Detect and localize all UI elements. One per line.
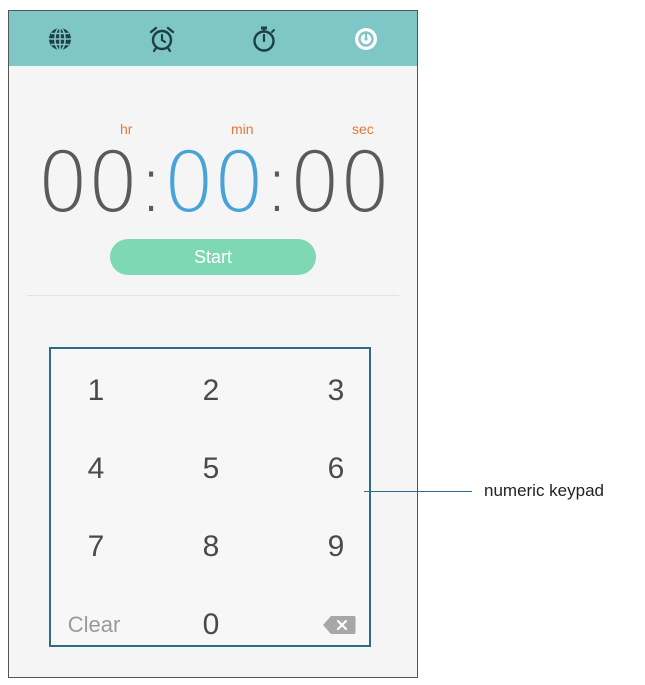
tab-timer[interactable] bbox=[346, 19, 386, 59]
tab-stopwatch[interactable] bbox=[244, 19, 284, 59]
seconds-field[interactable]: 00 bbox=[289, 136, 391, 231]
tab-alarm[interactable] bbox=[142, 19, 182, 59]
timer-screen: hr min sec 00:00:00 Start 1 2 3 4 5 6 7 … bbox=[8, 10, 418, 678]
timer-icon bbox=[355, 27, 377, 50]
key-0[interactable]: 0 bbox=[166, 595, 256, 655]
colon-separator: : bbox=[263, 136, 291, 231]
hours-unit-label: hr bbox=[120, 121, 133, 137]
minutes-unit-label: min bbox=[231, 121, 254, 137]
key-6[interactable]: 6 bbox=[291, 439, 381, 499]
callout-leader-line bbox=[364, 491, 472, 492]
minutes-field[interactable]: 00 bbox=[163, 136, 265, 231]
tab-world-clock[interactable] bbox=[40, 19, 80, 59]
key-4[interactable]: 4 bbox=[51, 439, 141, 499]
key-5[interactable]: 5 bbox=[166, 439, 256, 499]
backspace-button[interactable] bbox=[294, 595, 384, 655]
key-2[interactable]: 2 bbox=[166, 361, 256, 421]
start-button[interactable]: Start bbox=[110, 239, 316, 275]
key-1[interactable]: 1 bbox=[51, 361, 141, 421]
hours-field[interactable]: 00 bbox=[37, 136, 139, 231]
key-7[interactable]: 7 bbox=[51, 517, 141, 577]
key-8[interactable]: 8 bbox=[166, 517, 256, 577]
numeric-keypad: 1 2 3 4 5 6 7 8 9 Clear 0 bbox=[49, 347, 371, 647]
time-digits: 00:00:00 bbox=[9, 139, 417, 229]
key-3[interactable]: 3 bbox=[291, 361, 381, 421]
colon-separator: : bbox=[137, 136, 165, 231]
divider bbox=[27, 295, 399, 296]
seconds-unit-label: sec bbox=[352, 121, 374, 137]
backspace-icon bbox=[323, 616, 356, 634]
alarm-clock-icon bbox=[149, 26, 175, 52]
stopwatch-icon bbox=[253, 26, 275, 52]
clear-button[interactable]: Clear bbox=[49, 595, 139, 655]
tab-bar bbox=[9, 11, 417, 66]
callout-label: numeric keypad bbox=[484, 481, 605, 500]
globe-icon bbox=[49, 26, 71, 51]
key-9[interactable]: 9 bbox=[291, 517, 381, 577]
